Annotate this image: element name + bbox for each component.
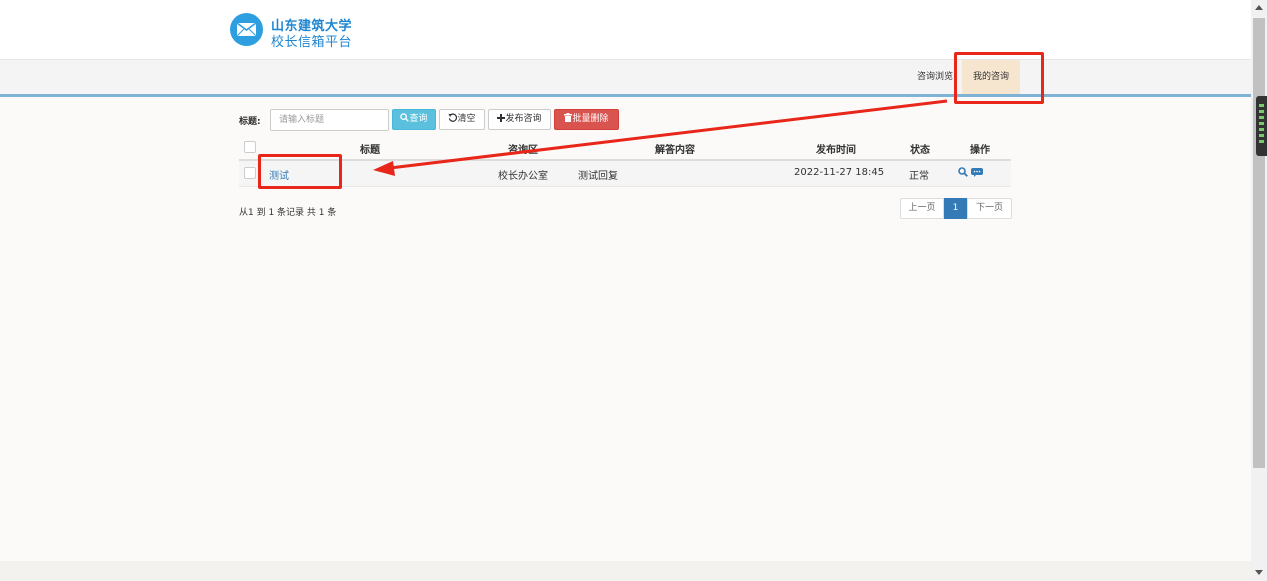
annotation-arrow xyxy=(373,99,948,176)
scrollbar-thumb[interactable] xyxy=(1253,18,1265,468)
vertical-scrollbar[interactable] xyxy=(1251,0,1267,581)
scroll-up-arrow-icon[interactable] xyxy=(1255,5,1263,10)
side-widget-handle[interactable] xyxy=(1256,96,1267,156)
page-footer-strip xyxy=(0,561,1251,581)
scroll-down-arrow-icon[interactable] xyxy=(1255,570,1263,575)
